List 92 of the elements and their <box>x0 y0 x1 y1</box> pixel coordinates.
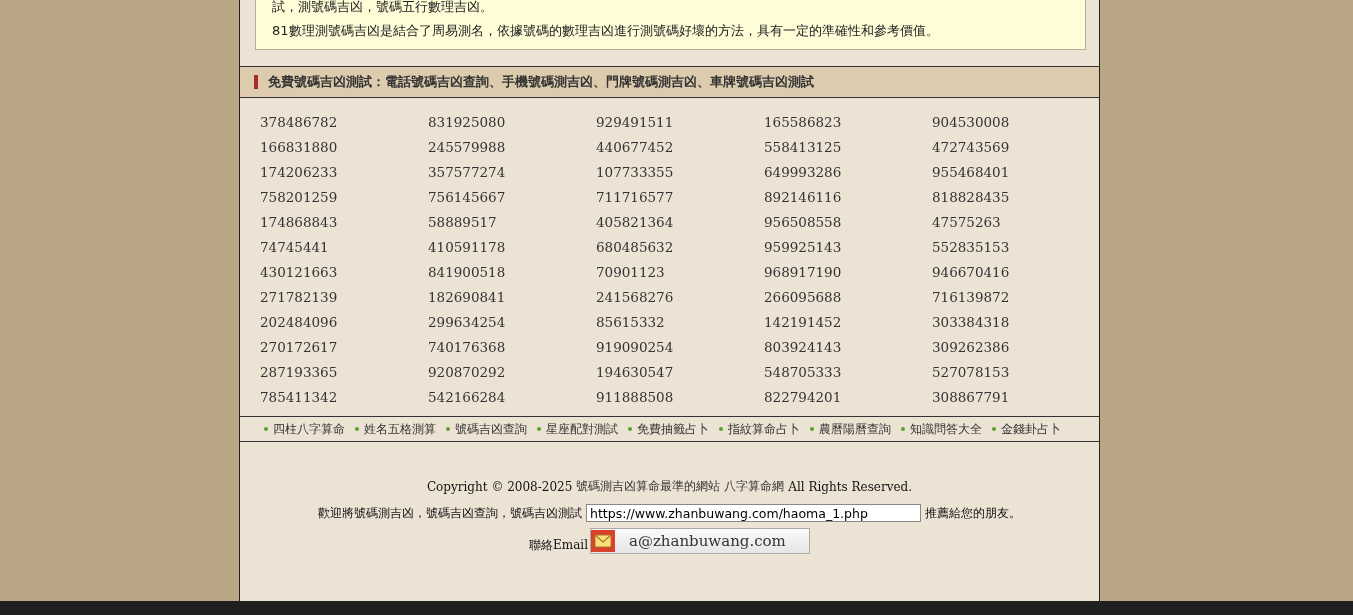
nav-link[interactable]: 姓名五格測算 <box>355 421 436 437</box>
bullet-icon <box>810 427 814 431</box>
number-link[interactable]: 241568276 <box>596 286 764 308</box>
nav-link[interactable]: 知識問答大全 <box>901 421 982 437</box>
share-text: 推薦給您的朋友。 <box>925 505 1021 521</box>
number-link[interactable]: 440677452 <box>596 136 764 158</box>
number-link[interactable]: 58889517 <box>428 211 596 233</box>
intro-text: 試，測號碼吉凶，號碼五行數理吉凶。 <box>272 0 494 16</box>
number-link[interactable]: 270172617 <box>260 336 428 358</box>
number-link[interactable]: 303384318 <box>932 311 1100 333</box>
number-link[interactable]: 299634254 <box>428 311 596 333</box>
number-link[interactable]: 946670416 <box>932 261 1100 283</box>
number-link[interactable]: 202484096 <box>260 311 428 333</box>
number-link[interactable]: 542166284 <box>428 386 596 408</box>
number-link[interactable]: 430121663 <box>260 261 428 283</box>
number-link[interactable]: 959925143 <box>764 236 932 258</box>
number-link[interactable]: 308867791 <box>932 386 1100 408</box>
number-link[interactable]: 410591178 <box>428 236 596 258</box>
bullet-icon <box>537 427 541 431</box>
url-field[interactable]: https://www.zhanbuwang.com/haoma_1.php <box>586 504 921 522</box>
number-link[interactable]: 552835153 <box>932 236 1100 258</box>
nav-link[interactable]: 免費抽籤占卜 <box>628 421 709 437</box>
number-link[interactable]: 716139872 <box>932 286 1100 308</box>
bullet-icon <box>992 427 996 431</box>
nav-link[interactable]: 號碼吉凶查詢 <box>446 421 527 437</box>
number-link[interactable]: 955468401 <box>932 161 1100 183</box>
number-link[interactable]: 680485632 <box>596 236 764 258</box>
nav-link[interactable]: 指紋算命占卜 <box>719 421 800 437</box>
bullet-icon <box>901 427 905 431</box>
number-link[interactable]: 803924143 <box>764 336 932 358</box>
nav-link[interactable]: 農曆陽曆查詢 <box>810 421 891 437</box>
number-link[interactable]: 929491511 <box>596 111 764 133</box>
intro-text: 81數理測號碼吉凶是結合了周易測名，依據號碼的數理吉凶進行測號碼好壞的方法，具有一定的準確性和參考價值。 <box>272 22 940 40</box>
number-link[interactable]: 357577274 <box>428 161 596 183</box>
bullet-icon <box>719 427 723 431</box>
number-link[interactable]: 649993286 <box>764 161 932 183</box>
number-link[interactable]: 831925080 <box>428 111 596 133</box>
number-link[interactable]: 472743569 <box>932 136 1100 158</box>
number-link[interactable]: 271782139 <box>260 286 428 308</box>
envelope-icon <box>591 530 615 552</box>
brand-link[interactable]: 八字算命網 <box>724 479 785 494</box>
bullet-icon <box>446 427 450 431</box>
number-link[interactable]: 70901123 <box>596 261 764 283</box>
number-link[interactable]: 822794201 <box>764 386 932 408</box>
number-link[interactable]: 558413125 <box>764 136 932 158</box>
number-link[interactable]: 756145667 <box>428 186 596 208</box>
number-link[interactable]: 527078153 <box>932 361 1100 383</box>
number-link[interactable]: 194630547 <box>596 361 764 383</box>
bullet-icon <box>628 427 632 431</box>
share-text: 歡迎將號碼測吉凶，號碼吉凶查詢，號碼吉凶測試 <box>318 505 582 521</box>
number-link[interactable]: 182690841 <box>428 286 596 308</box>
number-link[interactable]: 309262386 <box>932 336 1100 358</box>
number-link[interactable]: 378486782 <box>260 111 428 133</box>
number-link[interactable]: 405821364 <box>596 211 764 233</box>
number-link[interactable]: 758201259 <box>260 186 428 208</box>
number-link[interactable]: 785411342 <box>260 386 428 408</box>
number-link[interactable]: 841900518 <box>428 261 596 283</box>
number-link[interactable]: 166831880 <box>260 136 428 158</box>
number-link[interactable]: 142191452 <box>764 311 932 333</box>
number-link[interactable]: 245579988 <box>428 136 596 158</box>
site-link[interactable]: 號碼測吉凶算命最準的網站 <box>576 479 721 494</box>
copyright-text: Copyright © 2008-2025 <box>426 479 573 494</box>
bullet-icon <box>355 427 359 431</box>
number-link[interactable]: 174868843 <box>260 211 428 233</box>
number-link[interactable]: 920870292 <box>428 361 596 383</box>
number-link[interactable]: 904530008 <box>932 111 1100 133</box>
number-link[interactable]: 911888508 <box>596 386 764 408</box>
number-link[interactable]: 956508558 <box>764 211 932 233</box>
number-link[interactable]: 266095688 <box>764 286 932 308</box>
section-marker-icon <box>254 75 258 89</box>
number-link[interactable]: 711716577 <box>596 186 764 208</box>
number-link[interactable]: 740176368 <box>428 336 596 358</box>
number-link[interactable]: 818828435 <box>932 186 1100 208</box>
number-link[interactable]: 919090254 <box>596 336 764 358</box>
number-link[interactable]: 174206233 <box>260 161 428 183</box>
number-link[interactable]: 287193365 <box>260 361 428 383</box>
number-link[interactable]: 165586823 <box>764 111 932 133</box>
number-link[interactable]: 74745441 <box>260 236 428 258</box>
number-link[interactable]: 85615332 <box>596 311 764 333</box>
nav-link[interactable]: 四柱八字算命 <box>264 421 345 437</box>
email-address: a@zhanbuwang.com <box>629 532 786 550</box>
number-link[interactable]: 107733355 <box>596 161 764 183</box>
section-title: 免費號碼吉凶測試：電話號碼吉凶查詢、手機號碼測吉凶、門牌號碼測吉凶、車牌號碼吉凶測試 <box>268 73 814 91</box>
bullet-icon <box>264 427 268 431</box>
copyright-text: All Rights Reserved. <box>788 479 913 494</box>
number-link[interactable]: 892146116 <box>764 186 932 208</box>
nav-link[interactable]: 金錢卦占卜 <box>992 421 1061 437</box>
nav-link[interactable]: 星座配對測試 <box>537 421 618 437</box>
number-link[interactable]: 968917190 <box>764 261 932 283</box>
email-label: 聯絡Email <box>529 537 588 554</box>
number-link[interactable]: 47575263 <box>932 211 1100 233</box>
number-link[interactable]: 548705333 <box>764 361 932 383</box>
